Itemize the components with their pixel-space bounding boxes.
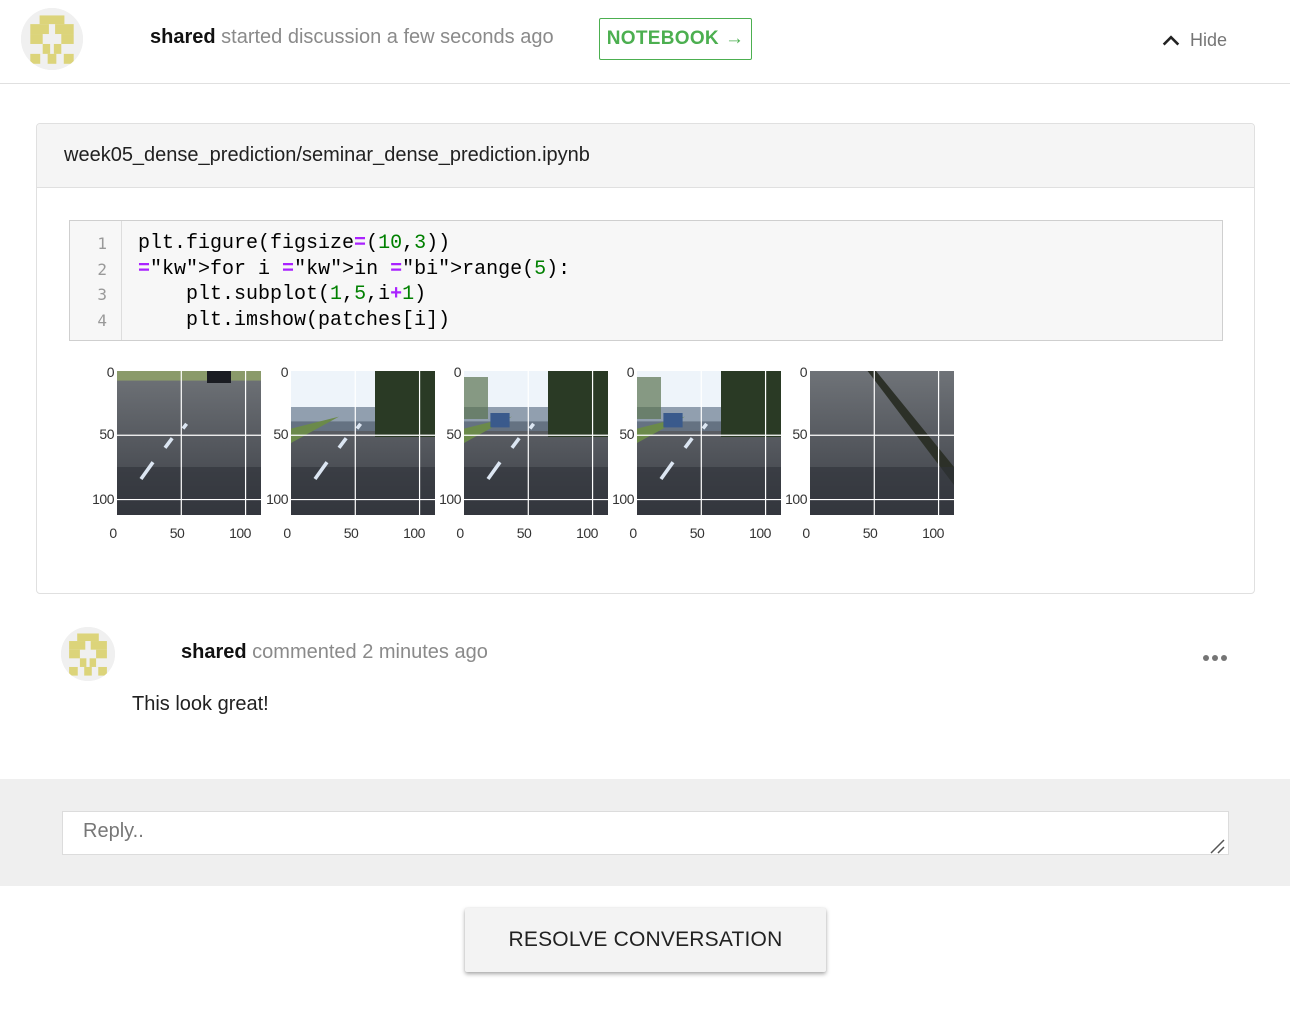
code-line: plt.imshow(patches[i])	[138, 308, 451, 332]
identicon-icon	[61, 627, 115, 681]
x-tick-label: 0	[629, 525, 637, 541]
y-tick-label: 50	[619, 426, 634, 442]
patch-image	[117, 371, 261, 515]
y-tick-label: 0	[280, 364, 289, 380]
comment-meta: shared commented 2 minutes ago	[181, 641, 488, 664]
author-name[interactable]: shared	[181, 641, 247, 663]
code-line: ="kw">for i ="kw">in ="bi">range(5):	[138, 257, 571, 281]
subplot-2: 0 50 100 0 50 100	[251, 360, 435, 550]
y-tick-label: 50	[446, 426, 461, 442]
hide-button[interactable]: Hide	[1160, 26, 1227, 54]
x-tick-label: 0	[109, 525, 117, 541]
y-tick-label: 50	[792, 426, 807, 442]
cell-output-plots: 0 50 100 0 50 100 0 50 100 0 50 100 0 50 100 0 50 100 0 50 1…	[77, 360, 977, 550]
patch-image	[637, 371, 781, 515]
discussion-meta: shared started discussion a few seconds …	[150, 26, 554, 49]
x-tick-label: 0	[802, 525, 810, 541]
y-tick-label: 100	[92, 491, 114, 507]
line-numbers: 1 2 3 4	[70, 221, 122, 340]
arrow-right-icon: →	[724, 28, 745, 49]
comment-body: This look great!	[132, 693, 269, 715]
x-tick-label: 100	[749, 525, 771, 541]
x-tick-label: 100	[403, 525, 425, 541]
x-tick-label: 0	[456, 525, 464, 541]
subplot-1: 0 50 100 0 50 100	[77, 360, 261, 550]
notebook-cell-card: week05_dense_prediction/seminar_dense_pr…	[36, 123, 1255, 594]
subplot-5: 0 50 100 0 50 100	[770, 360, 954, 550]
x-tick-label: 100	[922, 525, 944, 541]
x-tick-label: 0	[283, 525, 291, 541]
chevron-up-icon	[1162, 35, 1180, 46]
line-number: 2	[97, 259, 107, 279]
notebook-button[interactable]: NOTEBOOK →	[599, 18, 752, 60]
x-tick-label: 100	[229, 525, 251, 541]
y-tick-label: 50	[273, 426, 288, 442]
avatar	[21, 8, 83, 70]
code-content: plt.figure(figsize=(10,3)) ="kw">for i =…	[122, 221, 570, 340]
more-horizontal-icon[interactable]	[1200, 650, 1230, 666]
discussion-action-text: started discussion a few seconds ago	[221, 26, 554, 48]
y-tick-label: 50	[99, 426, 114, 442]
notebook-path[interactable]: week05_dense_prediction/seminar_dense_pr…	[37, 124, 1254, 188]
resize-handle-icon[interactable]	[1209, 838, 1225, 854]
discussion-header: shared started discussion a few seconds …	[0, 0, 1290, 84]
code-line: plt.subplot(1,5,i+1)	[138, 283, 427, 306]
line-number: 1	[97, 234, 107, 253]
patch-image	[464, 371, 608, 515]
x-tick-label: 50	[343, 525, 359, 541]
y-tick-label: 100	[266, 491, 288, 507]
avatar	[61, 627, 115, 681]
y-tick-label: 100	[785, 491, 807, 507]
patch-image	[810, 371, 954, 515]
y-tick-label: 0	[453, 364, 462, 380]
identicon-icon	[21, 8, 83, 70]
author-name[interactable]: shared	[150, 26, 216, 48]
reply-area	[0, 779, 1290, 886]
y-tick-label: 0	[799, 364, 808, 380]
y-tick-label: 0	[106, 364, 115, 380]
patch-image	[291, 371, 435, 515]
notebook-button-label: NOTEBOOK	[606, 28, 719, 49]
subplot-4: 0 50 100 0 50 100	[597, 360, 781, 550]
x-tick-label: 50	[689, 525, 705, 541]
x-tick-label: 50	[169, 525, 185, 541]
resolve-conversation-button[interactable]: RESOLVE CONVERSATION	[465, 908, 826, 972]
subplot-3: 0 50 100 0 50 100	[424, 360, 608, 550]
x-tick-label: 50	[862, 525, 878, 541]
y-tick-label: 0	[626, 364, 635, 380]
line-number: 4	[97, 310, 107, 330]
reply-input[interactable]	[62, 811, 1229, 855]
line-number: 3	[97, 285, 107, 304]
comment-action-text: commented 2 minutes ago	[252, 641, 488, 663]
code-line: plt.figure(figsize=(10,3))	[138, 232, 451, 255]
hide-button-label: Hide	[1190, 29, 1228, 50]
y-tick-label: 100	[439, 491, 461, 507]
x-tick-label: 50	[516, 525, 532, 541]
code-cell: 1 2 3 4 plt.figure(figsize=(10,3)) ="kw"…	[69, 220, 1223, 341]
y-tick-label: 100	[612, 491, 634, 507]
x-tick-label: 100	[576, 525, 598, 541]
